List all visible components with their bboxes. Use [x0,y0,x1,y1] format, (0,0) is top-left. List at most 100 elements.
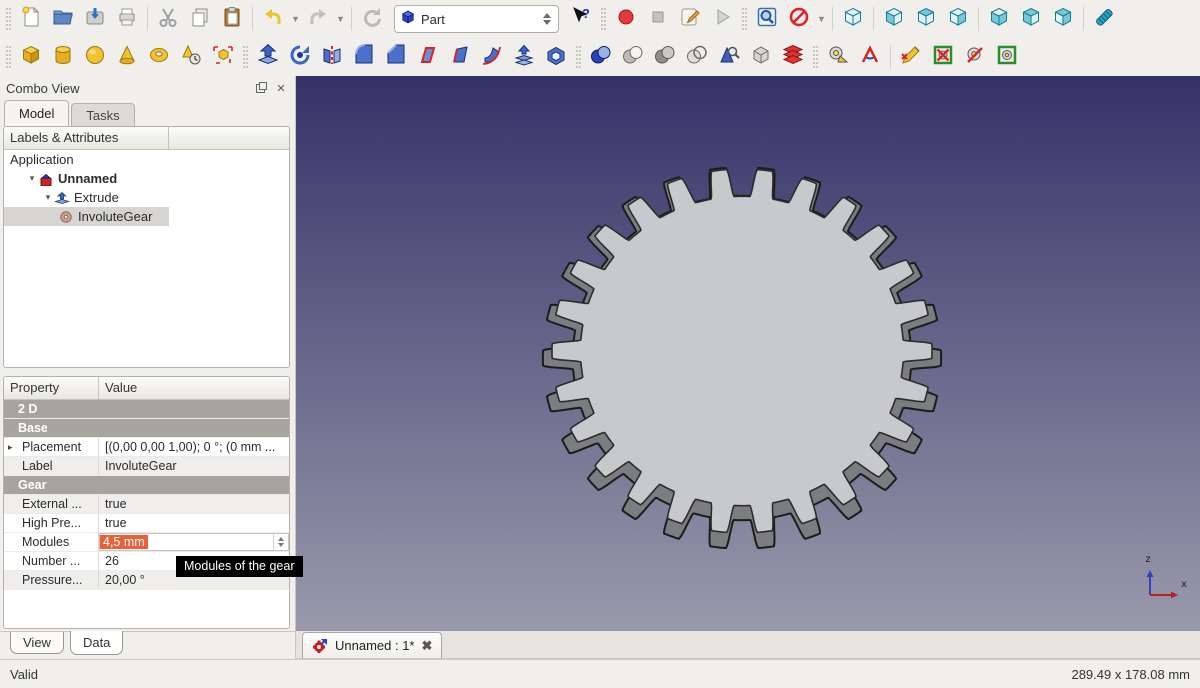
tree-item-involutegear[interactable]: InvoluteGear [4,207,169,226]
make-face-button[interactable] [412,42,444,72]
toolbar-drag-handle[interactable] [243,46,248,68]
measure-ruler-button[interactable] [1088,4,1120,34]
primitive-sphere-button[interactable] [79,42,111,72]
measure-angular-button[interactable] [854,42,886,72]
record-button[interactable] [610,4,642,34]
toolbar-drag-handle[interactable] [601,8,606,30]
primitive-cylinder-button[interactable] [47,42,79,72]
zoom-fit-button[interactable] [751,4,783,34]
new-file-button[interactable] [15,4,47,34]
boolean-cut-button[interactable] [649,42,681,72]
expander-icon[interactable]: ▾ [26,173,38,184]
measure-refresh-button[interactable] [895,42,927,72]
measure-toggle-delta-button[interactable] [991,42,1023,72]
thickness-button[interactable] [540,42,572,72]
cross-sections-button[interactable] [777,42,809,72]
value-column-header[interactable]: Value [99,377,289,399]
macro-edit-button[interactable] [674,4,706,34]
view-right-button[interactable] [942,4,974,34]
property-group-gear[interactable]: Gear [4,476,289,495]
modules-spinbox[interactable]: 4,5 mm [99,533,289,551]
macro-play-button[interactable] [706,4,738,34]
tab-view-properties[interactable]: View [10,632,64,654]
toolbar-drag-handle[interactable] [6,46,11,68]
measure-linear-button[interactable] [822,42,854,72]
tab-model[interactable]: Model [4,100,69,126]
box-view-button[interactable] [745,42,777,72]
print-button[interactable] [111,4,143,34]
tab-close-button[interactable]: ✖ [422,638,433,654]
stop-button[interactable] [642,4,674,34]
view-left-button[interactable] [1047,4,1079,34]
sweep-button[interactable] [476,42,508,72]
view-rear-button[interactable] [983,4,1015,34]
expander-icon[interactable]: ▸ [8,442,13,453]
property-value[interactable]: true [99,495,289,513]
spinbox-steppers[interactable] [273,534,288,550]
loft-button[interactable] [444,42,476,72]
property-column-header[interactable]: Property [4,377,99,399]
open-folder-button[interactable] [47,4,79,34]
tree-item-application[interactable]: Application [4,150,289,169]
dock-close-button[interactable]: ✕ [273,81,289,95]
view-top-button[interactable] [910,4,942,34]
tab-tasks[interactable]: Tasks [71,103,134,126]
3d-viewport[interactable]: z x [296,76,1200,631]
property-value[interactable]: true [99,514,289,532]
cut-button[interactable] [152,4,184,34]
undo-button[interactable] [257,4,289,34]
property-row-placement[interactable]: ▸Placement[(0,00 0,00 1,00); 0 °; (0 mm … [4,438,289,457]
property-group-2d[interactable]: 2 D [4,400,289,419]
tab-data-properties[interactable]: Data [70,631,123,655]
expander-icon[interactable]: ▾ [42,192,54,203]
refresh-button[interactable] [356,4,388,34]
copy-button[interactable] [184,4,216,34]
paste-button[interactable] [216,4,248,34]
property-row-external[interactable]: External ...true [4,495,289,514]
whats-this-button[interactable]: ? [565,4,597,34]
tree-header[interactable]: Labels & Attributes [4,127,169,149]
workbench-selector-steppers[interactable] [540,13,554,25]
primitive-torus-button[interactable] [143,42,175,72]
boolean-union-button[interactable] [585,42,617,72]
measure-clear-all-button[interactable] [927,42,959,72]
check-geometry-button[interactable] [713,42,745,72]
toolbar-drag-handle[interactable] [813,46,818,68]
redo-button[interactable] [302,4,334,34]
mirror-button[interactable] [316,42,348,72]
save-file-button[interactable] [79,4,111,34]
undo-dropdown[interactable]: ▼ [289,4,302,34]
offset-button[interactable] [508,42,540,72]
redo-dropdown[interactable]: ▼ [334,4,347,34]
create-primitives-button[interactable] [175,42,207,72]
boolean-common-button[interactable] [617,42,649,72]
extrude-button[interactable] [252,42,284,72]
view-front-button[interactable] [878,4,910,34]
dock-float-button[interactable] [252,81,268,95]
measure-toggle-3d-button[interactable] [959,42,991,72]
view-axonometric-button[interactable] [837,4,869,34]
document-tab[interactable]: Unnamed : 1* ✖ [302,632,442,658]
draw-style-button[interactable] [783,4,815,34]
tree-item-unnamed[interactable]: ▾Unnamed [4,169,289,188]
toolbar-drag-handle[interactable] [6,8,11,30]
property-row-highpre[interactable]: High Pre...true [4,514,289,533]
draw-style-dropdown[interactable]: ▼ [815,4,828,34]
property-group-base[interactable]: Base [4,419,289,438]
primitive-box-button[interactable] [15,42,47,72]
property-row-label[interactable]: LabelInvoluteGear [4,457,289,476]
boolean-section-button[interactable] [681,42,713,72]
tree-item-extrude[interactable]: ▾Extrude [4,188,289,207]
chamfer-button[interactable] [380,42,412,72]
property-value[interactable]: [(0,00 0,00 1,00); 0 °; (0 mm ... [99,438,289,456]
shape-builder-button[interactable] [207,42,239,72]
toolbar-drag-handle[interactable] [742,8,747,30]
view-bottom-button[interactable] [1015,4,1047,34]
primitive-cone-button[interactable] [111,42,143,72]
revolve-button[interactable] [284,42,316,72]
fillet-button[interactable] [348,42,380,72]
property-row-modules[interactable]: Modules4,5 mm [4,533,289,552]
toolbar-drag-handle[interactable] [576,46,581,68]
workbench-selector[interactable]: Part [394,5,559,33]
property-value[interactable]: InvoluteGear [99,457,289,475]
